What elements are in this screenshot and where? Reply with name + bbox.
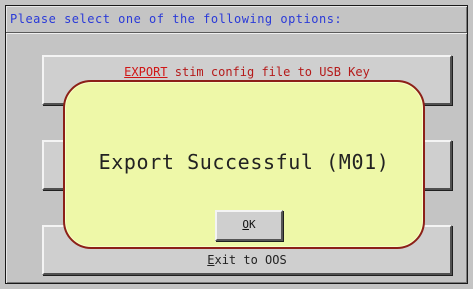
exit-label-rest: xit to OOS xyxy=(214,253,287,267)
ok-hotkey: O xyxy=(242,218,249,231)
export-config-label-rest: stim config file to USB Key xyxy=(167,65,370,79)
prompt-text: Please select one of the following optio… xyxy=(10,12,343,26)
popup-message: Export Successful (M01) xyxy=(98,150,390,174)
prompt-divider xyxy=(6,32,467,34)
ok-label-rest: K xyxy=(249,218,256,231)
export-config-hotkey: EXPORT xyxy=(124,65,168,79)
screen: Please select one of the following optio… xyxy=(0,0,473,289)
ok-button[interactable]: OK xyxy=(215,210,283,241)
export-success-popup: Export Successful (M01) OK xyxy=(63,80,425,249)
